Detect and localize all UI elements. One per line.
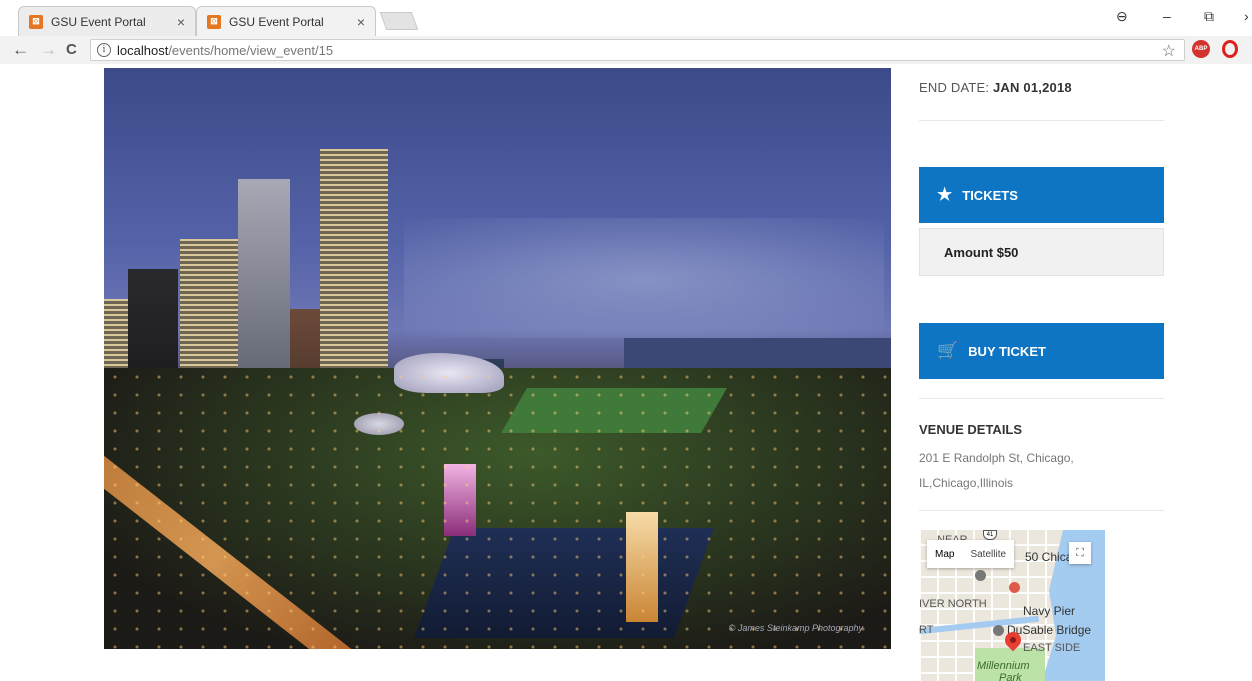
tickets-label: TICKETS [962,187,1018,203]
map-label: Navy Pier [1023,604,1076,618]
tickets-header: ★ TICKETS [919,167,1164,223]
profile-icon[interactable]: ⊖ [1116,8,1128,25]
star-icon[interactable]: ☆ [1162,41,1176,61]
browser-tab[interactable]: ⊠ GSU Event Portal × [18,6,196,36]
venue-address-line: 201 E Randolph St, Chicago, [919,451,1074,465]
venue-title: VENUE DETAILS [919,422,1023,437]
buy-ticket-button[interactable]: 🛒 BUY TICKET [919,323,1164,379]
restaurant-poi-icon [1009,582,1020,593]
venue-address-line: IL,Chicago,Illinois [919,476,1014,490]
park-lights [104,368,891,649]
close-window-button[interactable]: › [1244,8,1249,24]
photo-credit: © James Steinkamp Photography [728,623,863,633]
map-label: EAST SIDE [1023,642,1081,654]
star-icon: ★ [937,185,953,204]
ticket-amount: Amount $50 [919,228,1164,276]
map-tab[interactable]: Map [927,540,962,568]
forward-arrow-icon[interactable]: → [40,41,57,59]
divider [919,510,1164,511]
browser-tab-bar: ⊠ GSU Event Portal × ⊠ GSU Event Portal … [0,0,1252,36]
amount-text: Amount $50 [944,244,1019,260]
browser-toolbar: ← → C i localhost/events/home/view_event… [0,36,1252,64]
close-tab-icon[interactable]: × [177,14,185,30]
map-label: RT [919,624,934,636]
restore-button[interactable]: ⧉ [1204,8,1214,25]
reload-icon[interactable]: C [66,41,77,59]
end-date-value: JAN 01,2018 [993,80,1072,95]
divider [919,398,1164,399]
event-photo: © James Steinkamp Photography [104,68,891,649]
minimize-button[interactable]: – [1163,8,1171,24]
close-tab-icon[interactable]: × [357,14,365,30]
opera-icon[interactable] [1222,40,1238,58]
map-label: Millennium [977,660,1030,672]
adblock-plus-icon[interactable]: ABP [1192,40,1210,58]
back-arrow-icon[interactable]: ← [12,41,29,59]
map-label: IVER NORTH [919,598,987,610]
address-bar[interactable]: i localhost/events/home/view_event/15 ☆ [90,39,1185,61]
buy-ticket-label: BUY TICKET [968,343,1046,359]
url-path: /events/home/view_event/15 [168,42,334,58]
event-page: © James Steinkamp Photography END DATE: … [0,64,1252,681]
xampp-favicon-icon: ⊠ [207,14,221,29]
divider [919,120,1164,121]
sky-glow [404,218,884,338]
poi-icon [975,570,986,581]
tab-title: GSU Event Portal [229,14,324,29]
lake [624,338,891,368]
xampp-favicon-icon: ⊠ [29,14,43,29]
venue-address: 201 E Randolph St, Chicago, IL,Chicago,I… [919,446,1119,496]
end-date: END DATE: JAN 01,2018 [919,80,1072,95]
satellite-tab[interactable]: Satellite [962,540,1014,568]
cart-icon: 🛒 [937,341,959,360]
poi-icon [993,625,1004,636]
info-icon[interactable]: i [97,43,111,57]
new-tab-button[interactable] [379,12,419,30]
fullscreen-icon[interactable]: ⛶ [1069,542,1091,564]
route-shield-icon: 41 [983,530,997,540]
venue-map[interactable]: 41 NEAR Map Satellite 50 Chicag ⛶ IVER N… [919,530,1105,681]
map-label: Park [999,672,1022,681]
browser-tab-active[interactable]: ⊠ GSU Event Portal × [196,6,376,36]
map-type-control[interactable]: Map Satellite [927,540,1015,568]
tab-title: GSU Event Portal [51,14,146,29]
url-host: localhost [117,42,169,58]
end-date-label: END DATE: [919,80,990,95]
